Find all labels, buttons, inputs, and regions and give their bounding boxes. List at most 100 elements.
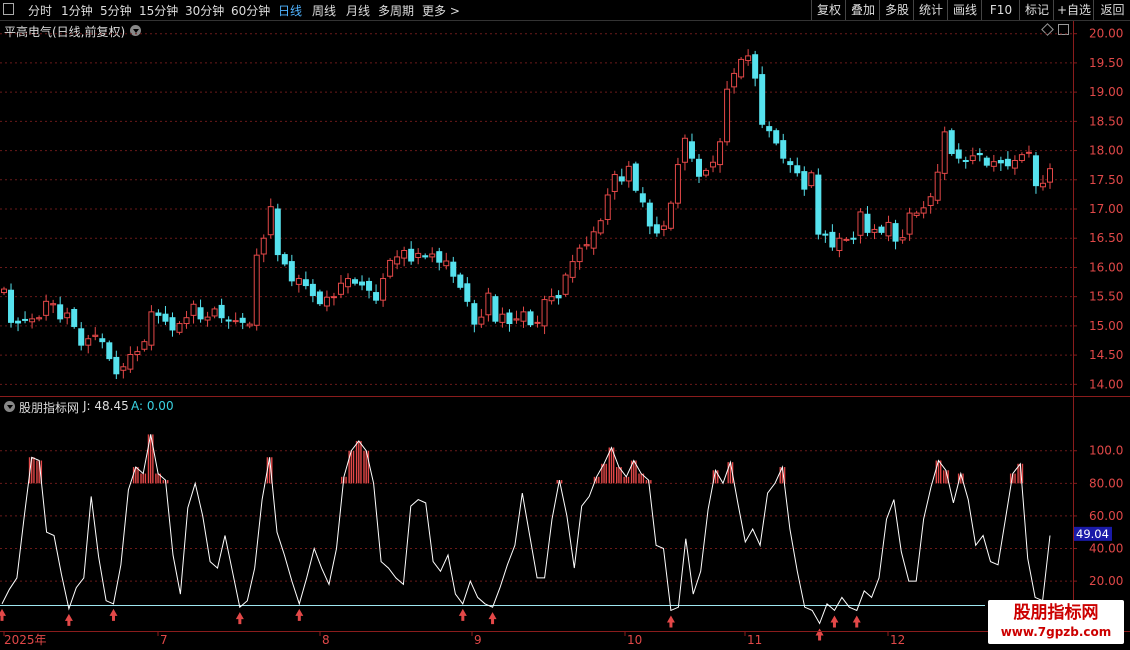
candle-body — [731, 72, 738, 88]
candle-body — [822, 233, 829, 236]
price-tick-label: 16.00 — [1089, 260, 1123, 274]
candle-body — [625, 165, 632, 182]
price-tick-label: 15.50 — [1089, 290, 1123, 304]
candle-body — [29, 318, 36, 323]
buy-arrow-icon — [458, 608, 467, 621]
candle-body — [836, 237, 843, 251]
candle-body — [464, 283, 471, 302]
price-tick-label: 17.00 — [1089, 202, 1123, 216]
candle-body — [246, 323, 253, 327]
indicator-a-value: A: 0.00 — [131, 399, 174, 413]
candle-body — [478, 316, 485, 325]
buy-arrow-icon — [109, 608, 118, 621]
candle-body — [492, 296, 499, 322]
price-tick-label: 14.50 — [1089, 348, 1123, 362]
candle-body — [457, 274, 464, 288]
kline-chart[interactable]: 20.00 19.50 19.00 18.50 18.00 17.50 17.00 16.50… — [0, 0, 1130, 650]
candle-body — [590, 231, 597, 249]
candle-body — [141, 341, 148, 350]
candle-body — [857, 211, 864, 236]
candle-body — [344, 278, 351, 288]
candle-body — [653, 224, 660, 234]
candle-body — [401, 249, 408, 259]
candle-body — [766, 126, 773, 132]
candle-body — [555, 294, 562, 299]
candle-body — [78, 328, 85, 346]
candle-body — [85, 338, 92, 346]
candle-body — [864, 213, 871, 233]
candle-body — [885, 221, 892, 237]
candle-body — [309, 283, 316, 296]
candle-body — [969, 155, 976, 161]
candle-body — [253, 254, 260, 326]
buy-arrow-icon — [235, 612, 244, 625]
candle-body — [674, 164, 681, 204]
candle-body — [717, 141, 724, 166]
candle-body — [703, 169, 710, 176]
buy-arrow-icon — [852, 615, 861, 628]
candle-body — [71, 309, 78, 327]
date-tick-label: 7 — [160, 633, 168, 647]
buy-arrow-icon — [830, 615, 839, 628]
candle-body — [176, 323, 183, 333]
candle-body — [323, 296, 330, 307]
candle-body — [232, 320, 239, 323]
indicator-dropdown-icon[interactable] — [4, 401, 15, 412]
candle-body — [780, 140, 787, 159]
candle-body — [920, 207, 927, 214]
buy-arrow-icon — [815, 628, 824, 641]
indicator-name: 股朋指标网 — [19, 401, 80, 415]
candle-body — [801, 171, 808, 190]
candle-body — [815, 174, 822, 235]
candle-body — [646, 202, 653, 227]
price-tick-label: 18.00 — [1089, 144, 1123, 158]
price-tick-label: 19.50 — [1089, 56, 1123, 70]
candle-body — [183, 317, 190, 325]
candle-body — [843, 238, 850, 241]
candle-body — [1039, 182, 1046, 188]
candle-body — [120, 366, 127, 371]
candle-body — [1025, 151, 1032, 154]
candle-body — [134, 351, 141, 356]
candle-body — [162, 313, 169, 322]
candle-body — [267, 206, 274, 236]
candle-body — [359, 281, 366, 286]
candle-body — [352, 279, 359, 284]
candle-body — [808, 172, 815, 187]
price-tick-label: 19.00 — [1089, 85, 1123, 99]
candle-body — [667, 202, 674, 229]
candle-body — [878, 226, 885, 233]
indicator-tick-label: 100.0 — [1089, 444, 1123, 458]
indicator-tick-label: 40.00 — [1089, 542, 1123, 556]
candle-body — [710, 161, 717, 168]
candle-body — [752, 54, 759, 79]
candle-body — [43, 300, 50, 316]
candle-body — [380, 278, 387, 301]
candle-body — [576, 247, 583, 263]
candle-body — [302, 279, 309, 287]
price-tick-label: 15.00 — [1089, 319, 1123, 333]
candle-body — [899, 237, 906, 241]
candle-body — [8, 289, 15, 323]
buy-arrow-icon — [666, 615, 675, 628]
candle-body — [1047, 168, 1053, 183]
candle-body — [169, 317, 176, 331]
indicator-tick-label: 60.00 — [1089, 509, 1123, 523]
candle-body — [773, 130, 780, 144]
candle-body — [443, 260, 450, 267]
candle-body — [913, 212, 920, 216]
candle-body — [548, 296, 555, 302]
candle-body — [295, 278, 302, 285]
candle-body — [274, 208, 281, 256]
price-tick-label: 17.50 — [1089, 173, 1123, 187]
price-tick-label: 16.50 — [1089, 231, 1123, 245]
candle-body — [618, 176, 625, 182]
candle-body — [520, 311, 527, 322]
candle-body — [436, 251, 443, 263]
candle-body — [1004, 158, 1011, 167]
candle-body — [1011, 159, 1018, 169]
candle-body — [759, 74, 766, 125]
candle-body — [962, 159, 969, 162]
candle-body — [50, 303, 57, 306]
candle-body — [632, 163, 639, 191]
